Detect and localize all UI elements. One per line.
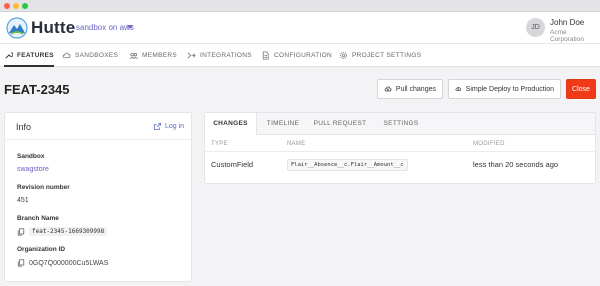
- pull-changes-button[interactable]: Pull changes: [377, 79, 443, 99]
- tab-changes[interactable]: CHANGES: [205, 113, 257, 135]
- nav-item-configuration[interactable]: CONFIGURATION: [261, 44, 332, 67]
- pull-changes-label: Pull changes: [395, 85, 436, 93]
- info-panel: Info Log in Sandbox swagstore Revision n…: [4, 112, 192, 282]
- copy-icon[interactable]: [17, 227, 25, 236]
- column-header-name: NAME: [287, 141, 306, 147]
- app-header: Hutte sandbox on aws JD John Doe Acme Co…: [0, 12, 600, 44]
- nav-item-label: MEMBERS: [142, 52, 177, 59]
- nav-item-label: FEATURES: [17, 52, 54, 59]
- cloud-upload-icon: [455, 86, 462, 91]
- revision-label: Revision number: [17, 184, 70, 191]
- nav-item-project-settings[interactable]: PROJECT SETTINGS: [339, 44, 421, 67]
- branch-value: feat-2345-1669309998: [29, 227, 108, 236]
- maximize-window-button[interactable]: [22, 3, 28, 9]
- org-id-row: 0GQ7Q000000Cu5LWAS: [17, 259, 108, 267]
- avatar[interactable]: JD: [526, 18, 545, 37]
- sandbox-label: Sandbox: [17, 153, 45, 160]
- page-title: FEAT-2345: [4, 82, 70, 97]
- environment-selector[interactable]: sandbox on aws: [76, 23, 134, 32]
- tab-pull-request[interactable]: PULL REQUEST: [313, 113, 367, 135]
- sandbox-link[interactable]: swagstore: [17, 166, 49, 173]
- main-navigation: FEATURES SANDBOXES MEMBERS INTEGRATIONS …: [0, 44, 600, 67]
- branch-row: feat-2345-1669309998: [17, 227, 108, 236]
- cloud-download-icon: [384, 86, 392, 92]
- nav-item-features[interactable]: FEATURES: [4, 44, 54, 67]
- info-title: Info: [16, 122, 32, 132]
- tab-settings[interactable]: SETTINGS: [377, 113, 425, 135]
- copy-icon[interactable]: [17, 259, 25, 267]
- column-header-type: TYPE: [211, 141, 228, 147]
- tab-bar: CHANGES TIMELINE PULL REQUEST SETTINGS: [205, 113, 595, 135]
- gear-icon: [339, 51, 348, 60]
- external-link-icon: [153, 122, 162, 131]
- wrench-icon: [5, 52, 13, 59]
- integrations-icon: [187, 52, 196, 59]
- branch-label: Branch Name: [17, 215, 59, 222]
- minimize-window-button[interactable]: [13, 3, 19, 9]
- login-label: Log in: [165, 123, 185, 130]
- user-organization: Acme Corporation: [550, 29, 584, 43]
- table-divider: [205, 151, 595, 152]
- close-button[interactable]: Close: [566, 79, 596, 99]
- nav-item-sandboxes[interactable]: SANDBOXES: [62, 44, 118, 67]
- nav-item-label: INTEGRATIONS: [200, 52, 252, 59]
- tab-timeline[interactable]: TIMELINE: [261, 113, 305, 135]
- window-titlebar: [0, 0, 600, 12]
- simple-deploy-button[interactable]: Simple Deploy to Production: [448, 79, 561, 99]
- nav-item-members[interactable]: MEMBERS: [129, 44, 177, 67]
- nav-item-label: SANDBOXES: [75, 52, 119, 59]
- close-window-button[interactable]: [4, 3, 10, 9]
- change-type: CustomField: [211, 160, 254, 169]
- user-name: John Doe: [550, 18, 585, 27]
- change-name: Flair__Absence__c.Flair__Amount__c: [287, 159, 408, 171]
- info-panel-header: Info Log in: [5, 113, 191, 140]
- revision-value: 451: [17, 197, 29, 204]
- close-label: Close: [572, 85, 590, 93]
- org-id-value: 0GQ7Q000000Cu5LWAS: [29, 259, 109, 267]
- simple-deploy-label: Simple Deploy to Production: [465, 85, 554, 93]
- hutte-logo-icon: [6, 17, 28, 39]
- document-icon: [262, 51, 269, 60]
- cloud-icon: [62, 52, 71, 59]
- org-id-label: Organization ID: [17, 246, 66, 253]
- brand-name: Hutte: [31, 18, 76, 37]
- column-header-modified: MODIFIED: [473, 141, 505, 147]
- nav-item-integrations[interactable]: INTEGRATIONS: [187, 44, 252, 67]
- nav-item-label: PROJECT SETTINGS: [352, 52, 422, 59]
- users-icon: [129, 52, 138, 59]
- chevron-down-icon[interactable]: [127, 25, 133, 29]
- nav-item-label: CONFIGURATION: [274, 52, 332, 59]
- login-link[interactable]: Log in: [153, 122, 184, 131]
- change-modified: less than 20 seconds ago: [473, 160, 559, 169]
- changes-panel: CHANGES TIMELINE PULL REQUEST SETTINGS T…: [204, 112, 596, 184]
